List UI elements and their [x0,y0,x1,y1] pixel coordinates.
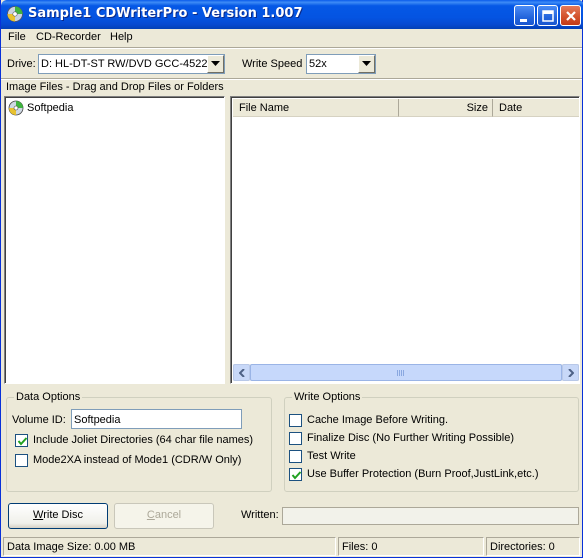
drive-value: D: HL-DT-ST RW/DVD GCC-4522 [41,58,208,70]
buffer-protection-label: Use Buffer Protection (Burn Proof,JustLi… [307,468,539,480]
close-button[interactable] [560,5,581,26]
cd-disc-icon [8,100,24,116]
folder-tree[interactable]: Softpedia [4,96,225,384]
menu-cd-recorder[interactable]: CD-Recorder [36,31,101,43]
maximize-button[interactable] [537,5,558,26]
horizontal-scrollbar[interactable] [233,364,579,381]
status-bar: Data Image Size: 0.00 MB Files: 0 Direct… [1,535,582,557]
minimize-button[interactable] [514,5,535,26]
buffer-protection-checkbox[interactable] [289,468,302,481]
data-options-title: Data Options [14,391,83,403]
volume-id-field[interactable] [71,409,242,429]
mode2xa-checkbox[interactable] [15,454,28,467]
column-header-size[interactable]: Size [399,99,493,117]
maximize-icon [542,10,554,22]
column-header-file-name[interactable]: File Name [233,99,399,117]
volume-id-label: Volume ID: [12,414,66,426]
file-list[interactable]: File Name Size Date [230,96,580,384]
scroll-left-button[interactable] [233,364,250,381]
tree-item-label: Softpedia [27,102,74,114]
write-speed-select[interactable]: 52x [306,54,376,74]
close-icon [566,11,576,21]
finalize-disc-label: Finalize Disc (No Further Writing Possib… [307,432,515,444]
chevron-left-icon [239,369,245,377]
scroll-thumb[interactable] [250,364,562,381]
test-write-checkbox[interactable] [289,450,302,463]
chevron-right-icon [568,369,574,377]
window-title: Sample1 CDWriterPro - Version 1.007 [28,6,303,21]
cd-disc-icon [7,6,23,22]
status-directories: Directories: 0 [486,537,580,556]
write-speed-value: 52x [309,58,327,70]
drive-select[interactable]: D: HL-DT-ST RW/DVD GCC-4522 [38,54,225,74]
menu-bar: File CD-Recorder Help [1,29,582,47]
volume-id-input[interactable] [74,412,234,427]
finalize-disc-checkbox[interactable] [289,432,302,445]
status-files: Files: 0 [338,537,484,556]
divider [1,47,582,49]
cache-image-checkbox[interactable] [289,414,302,427]
menu-help[interactable]: Help [110,31,133,43]
joliet-label: Include Joliet Directories (64 char file… [33,434,254,446]
image-files-header: Image Files - Drag and Drop Files or Fol… [6,81,224,93]
minimize-icon [520,19,527,22]
write-speed-label: Write Speed [242,58,303,70]
cache-image-label: Cache Image Before Writing. [307,414,449,426]
divider [1,78,582,80]
write-options-title: Write Options [292,391,363,403]
checkmark-icon [291,471,302,480]
title-bar[interactable]: Sample1 CDWriterPro - Version 1.007 [1,0,583,29]
checkmark-icon [17,437,28,446]
joliet-checkbox[interactable] [15,434,28,447]
status-data-image-size: Data Image Size: 0.00 MB [3,537,336,556]
chevron-down-icon[interactable] [207,55,224,73]
written-label: Written: [241,509,279,521]
drive-label: Drive: [7,58,36,70]
chevron-down-icon[interactable] [358,55,375,73]
column-header-date[interactable]: Date [493,99,579,117]
menu-file[interactable]: File [8,31,26,43]
mode2xa-label: Mode2XA instead of Mode1 (CDR/W Only) [33,454,242,466]
write-disc-button[interactable]: Write Disc [8,503,108,529]
cancel-button[interactable]: Cancel [114,503,214,529]
main-window: Sample1 CDWriterPro - Version 1.007 File… [0,0,583,558]
test-write-label: Test Write [307,450,356,462]
scroll-right-button[interactable] [562,364,579,381]
written-progress-bar [282,507,579,525]
